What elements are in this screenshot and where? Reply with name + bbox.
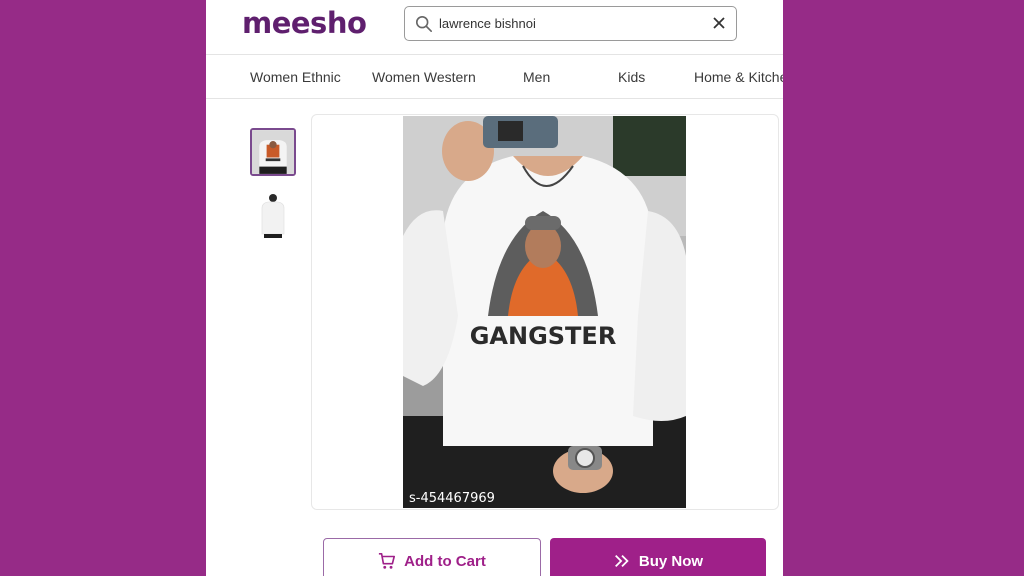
nav-item-home-kitchen[interactable]: Home & Kitche bbox=[694, 69, 783, 85]
buy-now-button[interactable]: Buy Now bbox=[550, 538, 766, 576]
product-sku: s-454467969 bbox=[409, 491, 495, 506]
nav-item-kids[interactable]: Kids bbox=[618, 69, 645, 85]
thumbnail-front[interactable] bbox=[250, 128, 296, 176]
thumbnail-back[interactable] bbox=[250, 190, 296, 238]
search-icon bbox=[415, 15, 433, 33]
search-input[interactable]: lawrence bishnoi bbox=[439, 16, 536, 31]
product-page: meesho lawrence bishnoi Women Ethnic Wom… bbox=[206, 0, 783, 576]
cart-icon bbox=[379, 552, 396, 569]
product-photo-illustration: GANGSTER bbox=[403, 116, 686, 508]
clear-icon[interactable] bbox=[712, 16, 726, 30]
thumbnail-front-image bbox=[252, 130, 294, 174]
add-to-cart-label: Add to Cart bbox=[404, 552, 486, 570]
nav-item-women-ethnic[interactable]: Women Ethnic bbox=[250, 69, 341, 85]
buy-now-label: Buy Now bbox=[638, 552, 704, 570]
nav-item-men[interactable]: Men bbox=[523, 69, 550, 85]
meesho-logo[interactable]: meesho bbox=[242, 6, 367, 40]
search-bar[interactable]: lawrence bishnoi bbox=[404, 6, 737, 41]
shirt-print-text: GANGSTER bbox=[470, 322, 617, 350]
double-chevron-icon bbox=[614, 554, 629, 568]
divider bbox=[206, 98, 783, 99]
thumbnail-back-image bbox=[250, 190, 296, 238]
add-to-cart-button[interactable]: Add to Cart bbox=[323, 538, 541, 576]
category-nav: Women Ethnic Women Western Men Kids Home… bbox=[206, 55, 783, 98]
product-image: GANGSTER s-454467969 bbox=[403, 116, 686, 508]
nav-item-women-western[interactable]: Women Western bbox=[372, 69, 476, 85]
